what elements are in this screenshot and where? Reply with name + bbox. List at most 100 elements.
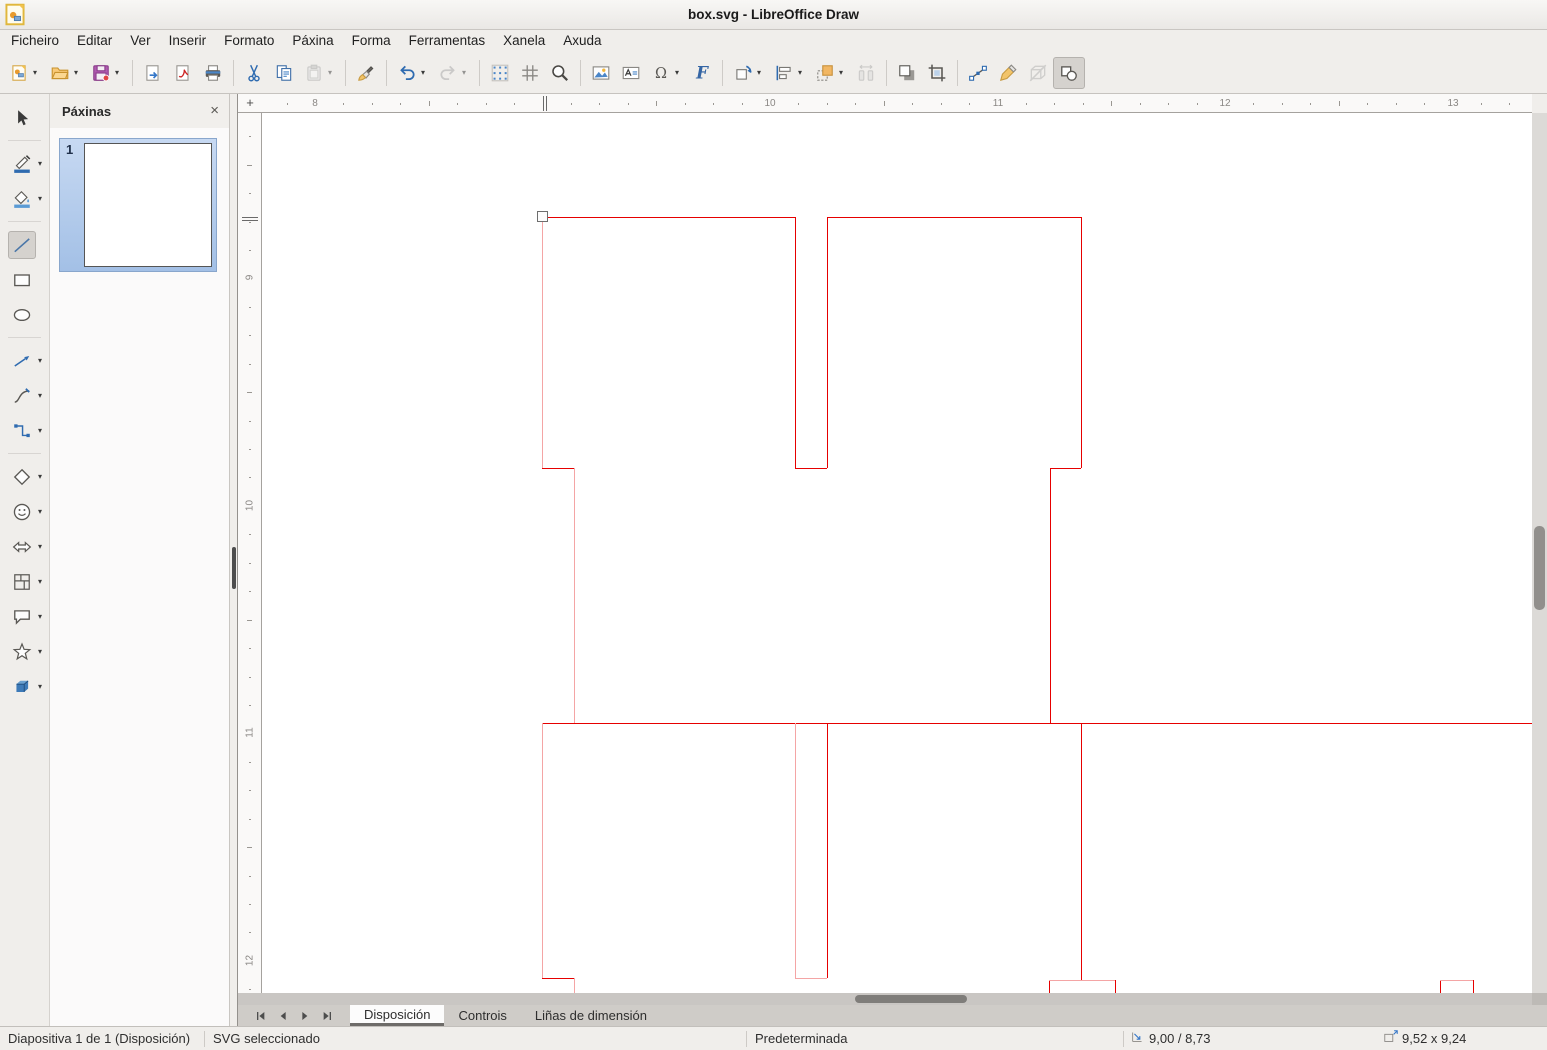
basic-shapes-button[interactable]: ▾	[0, 459, 49, 494]
connectors-button[interactable]: ▾	[0, 413, 49, 448]
svg-line-segment[interactable]	[542, 978, 574, 979]
select-button[interactable]	[0, 100, 49, 135]
svg-line-segment[interactable]	[542, 468, 574, 469]
draw-functions-button[interactable]	[1053, 57, 1085, 89]
horizontal-scrollbar-thumb[interactable]	[855, 995, 967, 1003]
svg-line-segment[interactable]	[795, 723, 796, 978]
menu-editar[interactable]: Editar	[68, 30, 121, 52]
layer-tab-liñas-de-dimensión[interactable]: Liñas de dimensión	[521, 1005, 661, 1026]
stars-dropdown-arrow[interactable]: ▾	[38, 647, 47, 656]
paste-dropdown-arrow[interactable]: ▾	[328, 68, 337, 77]
symbol-shapes-dropdown-arrow[interactable]: ▾	[38, 507, 47, 516]
block-arrows-button[interactable]: ▾	[0, 529, 49, 564]
line-button[interactable]	[0, 227, 49, 262]
menu-inserir[interactable]: Inserir	[160, 30, 216, 52]
glue-points-button[interactable]	[993, 57, 1023, 89]
svg-line-segment[interactable]	[574, 978, 575, 993]
line-color-dropdown-arrow[interactable]: ▾	[38, 159, 47, 168]
svg-line-segment[interactable]	[574, 468, 575, 723]
clone-formatting-button[interactable]	[351, 57, 381, 89]
svg-line-segment[interactable]	[827, 723, 828, 978]
open-dropdown-arrow[interactable]: ▾	[74, 68, 83, 77]
svg-line-segment[interactable]	[542, 723, 1532, 724]
svg-line-segment[interactable]	[1440, 980, 1473, 981]
page-thumbnail[interactable]: 1	[59, 138, 217, 272]
svg-line-segment[interactable]	[1049, 980, 1115, 981]
insert-textbox-button[interactable]	[616, 57, 646, 89]
new-document-button[interactable]: ▾	[4, 57, 45, 89]
basic-shapes-dropdown-arrow[interactable]: ▾	[38, 472, 47, 481]
insert-image-button[interactable]	[586, 57, 616, 89]
close-icon[interactable]: ×	[210, 104, 219, 118]
block-arrows-dropdown-arrow[interactable]: ▾	[38, 542, 47, 551]
snap-guides-button[interactable]	[515, 57, 545, 89]
menu-páxina[interactable]: Páxina	[283, 30, 342, 52]
curves-and-polygons-button[interactable]: ▾	[0, 378, 49, 413]
svg-line-segment[interactable]	[1050, 468, 1051, 723]
flowchart-button[interactable]: ▾	[0, 564, 49, 599]
menu-ferramentas[interactable]: Ferramentas	[400, 30, 495, 52]
layer-tab-controis[interactable]: Controis	[444, 1005, 520, 1026]
menu-xanela[interactable]: Xanela	[494, 30, 554, 52]
undo-dropdown-arrow[interactable]: ▾	[421, 68, 430, 77]
print-button[interactable]	[198, 57, 228, 89]
zoom-button[interactable]	[545, 57, 575, 89]
layer-tab-disposición[interactable]: Disposición	[350, 1005, 444, 1026]
shadow-button[interactable]	[892, 57, 922, 89]
svg-line-segment[interactable]	[1050, 468, 1081, 469]
flowchart-dropdown-arrow[interactable]: ▾	[38, 577, 47, 586]
save-button[interactable]: ▾	[86, 57, 127, 89]
special-character-button[interactable]: Ω▾	[646, 57, 687, 89]
fill-color-button[interactable]: ▾	[0, 181, 49, 216]
splitter-grab-handle[interactable]	[232, 547, 236, 589]
save-dropdown-arrow[interactable]: ▾	[115, 68, 124, 77]
connectors-dropdown-arrow[interactable]: ▾	[38, 426, 47, 435]
rectangle-button[interactable]	[0, 262, 49, 297]
svg-line-segment[interactable]	[1049, 980, 1050, 993]
export-pdf-button[interactable]	[168, 57, 198, 89]
ellipse-button[interactable]	[0, 297, 49, 332]
display-grid-button[interactable]	[485, 57, 515, 89]
previous-page-icon[interactable]	[272, 1005, 294, 1026]
vertical-scrollbar[interactable]	[1532, 113, 1547, 993]
copy-button[interactable]	[269, 57, 299, 89]
redo-dropdown-arrow[interactable]: ▾	[462, 68, 471, 77]
menu-forma[interactable]: Forma	[343, 30, 400, 52]
crop-image-button[interactable]	[922, 57, 952, 89]
menu-ver[interactable]: Ver	[121, 30, 159, 52]
horizontal-scrollbar[interactable]	[238, 993, 1532, 1005]
svg-line-segment[interactable]	[1115, 980, 1116, 993]
panel-splitter[interactable]	[230, 94, 238, 1026]
undo-button[interactable]: ▾	[392, 57, 433, 89]
transformations-button[interactable]: ▾	[728, 57, 769, 89]
svg-line-segment[interactable]	[1081, 217, 1082, 468]
next-page-icon[interactable]	[294, 1005, 316, 1026]
callout-shapes-button[interactable]: ▾	[0, 599, 49, 634]
svg-line-segment[interactable]	[827, 217, 1081, 218]
special-character-dropdown-arrow[interactable]: ▾	[675, 68, 684, 77]
arrange-button[interactable]: ▾	[810, 57, 851, 89]
edit-points-button[interactable]	[963, 57, 993, 89]
transformations-dropdown-arrow[interactable]: ▾	[757, 68, 766, 77]
svg-line-segment[interactable]	[827, 217, 828, 468]
arrange-dropdown-arrow[interactable]: ▾	[839, 68, 848, 77]
drawing-canvas[interactable]	[262, 113, 1532, 993]
selection-handle[interactable]	[537, 211, 548, 222]
menu-formato[interactable]: Formato	[215, 30, 283, 52]
symbol-shapes-button[interactable]: ▾	[0, 494, 49, 529]
fill-color-dropdown-arrow[interactable]: ▾	[38, 194, 47, 203]
lines-and-arrows-dropdown-arrow[interactable]: ▾	[38, 356, 47, 365]
3d-objects-button[interactable]: ▾	[0, 669, 49, 704]
svg-line-segment[interactable]	[795, 217, 796, 468]
new-document-dropdown-arrow[interactable]: ▾	[33, 68, 42, 77]
menu-ficheiro[interactable]: Ficheiro	[2, 30, 68, 52]
svg-line-segment[interactable]	[542, 217, 795, 218]
export-button[interactable]	[138, 57, 168, 89]
line-color-button[interactable]: ▾	[0, 146, 49, 181]
fontwork-button[interactable]: F	[687, 57, 717, 89]
align-objects-dropdown-arrow[interactable]: ▾	[798, 68, 807, 77]
svg-line-segment[interactable]	[795, 468, 827, 469]
lines-and-arrows-button[interactable]: ▾	[0, 343, 49, 378]
svg-line-segment[interactable]	[795, 978, 827, 979]
callout-shapes-dropdown-arrow[interactable]: ▾	[38, 612, 47, 621]
